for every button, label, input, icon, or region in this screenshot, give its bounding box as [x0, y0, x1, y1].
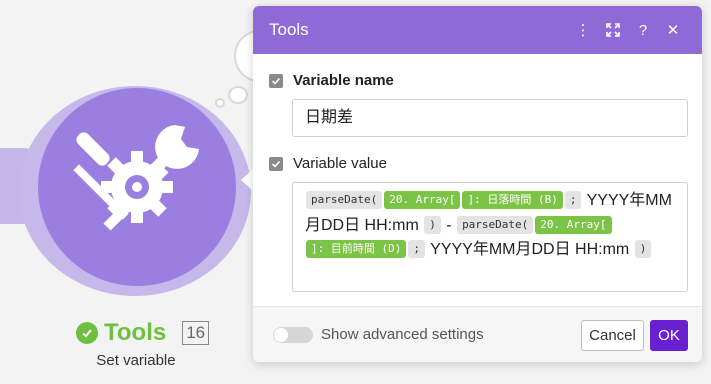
- variable-value-label: Variable value: [293, 155, 387, 172]
- close-icon[interactable]: ✕: [658, 15, 688, 45]
- variable-name-label: Variable name: [293, 72, 394, 89]
- ok-button[interactable]: OK: [650, 320, 688, 351]
- dialog-header: Tools ⋮ ? ✕: [253, 6, 702, 54]
- function-close-token[interactable]: ): [424, 215, 441, 234]
- separator-token[interactable]: ;: [564, 191, 582, 209]
- variable-token[interactable]: ]: 日落時間 (B): [462, 191, 563, 209]
- variable-name-section[interactable]: Variable name: [269, 72, 394, 89]
- operator-text: -: [441, 216, 457, 234]
- advanced-settings-toggle[interactable]: [273, 327, 313, 343]
- cancel-button[interactable]: Cancel: [581, 320, 644, 351]
- module-node[interactable]: [38, 88, 236, 286]
- dialog-footer: Show advanced settings Cancel OK: [253, 306, 702, 362]
- thought-bubble-medium: [228, 86, 248, 104]
- module-name: Tools: [104, 319, 167, 346]
- tools-dialog: Tools ⋮ ? ✕ Variable name 日期差 Variable v…: [253, 6, 702, 362]
- success-check-icon: [76, 322, 98, 344]
- collapse-checkbox-icon[interactable]: [269, 73, 283, 88]
- function-close-token[interactable]: ): [634, 240, 652, 258]
- variable-token[interactable]: 20. Array[: [535, 215, 612, 234]
- variable-value-section[interactable]: Variable value: [269, 155, 387, 172]
- more-vertical-icon[interactable]: ⋮: [568, 15, 598, 45]
- function-token[interactable]: parseDate(: [457, 215, 534, 234]
- expand-icon[interactable]: [598, 15, 628, 45]
- function-token[interactable]: parseDate(: [306, 191, 383, 209]
- advanced-settings-label[interactable]: Show advanced settings: [321, 326, 484, 343]
- format-text: YYYY年MM月DD日 HH:mm: [425, 241, 634, 258]
- variable-token[interactable]: 20. Array[: [384, 191, 461, 209]
- module-subtitle: Set variable: [96, 352, 176, 369]
- variable-name-input[interactable]: 日期差: [292, 99, 688, 137]
- separator-token[interactable]: ;: [408, 240, 425, 258]
- dialog-title: Tools: [269, 20, 309, 39]
- collapse-checkbox-icon[interactable]: [269, 156, 283, 171]
- variable-token[interactable]: ]: 目前時間 (D): [306, 240, 407, 258]
- wrench-screwdriver-gear-icon: [73, 125, 199, 231]
- help-icon[interactable]: ?: [628, 15, 658, 45]
- module-title[interactable]: Tools 16: [76, 318, 210, 348]
- variable-value-editor[interactable]: parseDate(20. Array[]: 日落時間 (B); YYYY年MM…: [292, 182, 688, 292]
- module-id-badge: 16: [182, 321, 210, 345]
- thought-bubble-small: [215, 98, 225, 108]
